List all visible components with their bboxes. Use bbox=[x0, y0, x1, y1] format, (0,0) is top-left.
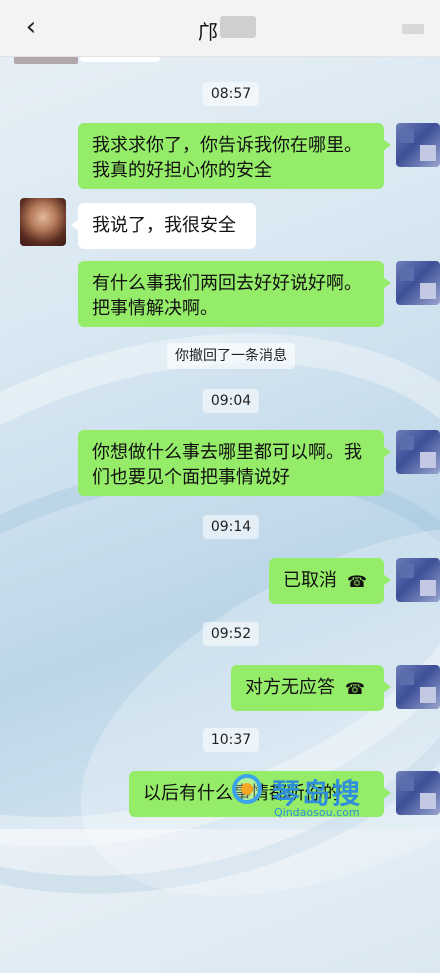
chat-title: 邝 bbox=[198, 20, 218, 44]
outgoing-message[interactable]: 有什么事我们两回去好好说好啊。把事情解决啊。 bbox=[78, 261, 391, 327]
my-avatar[interactable] bbox=[396, 665, 440, 709]
chat-header: ‹ 邝 bbox=[0, 0, 440, 57]
timestamp: 09:14 bbox=[202, 515, 260, 539]
timestamp: 09:52 bbox=[202, 622, 260, 646]
back-chevron-icon[interactable]: ‹ bbox=[18, 13, 44, 41]
call-record-bubble[interactable]: 已取消 ☎ bbox=[269, 558, 391, 604]
my-avatar[interactable] bbox=[396, 558, 440, 602]
recall-notice: 你撤回了一条消息 bbox=[167, 343, 295, 369]
title-blurred-part bbox=[220, 16, 256, 38]
contact-avatar[interactable] bbox=[20, 198, 66, 246]
phone-hangup-icon: ☎ bbox=[347, 571, 367, 591]
incoming-message[interactable]: 我说了，我很安全 bbox=[71, 203, 256, 249]
my-avatar[interactable] bbox=[396, 261, 440, 305]
phone-hangup-icon: ☎ bbox=[345, 678, 365, 698]
more-options-icon[interactable] bbox=[402, 24, 424, 34]
my-avatar[interactable] bbox=[396, 771, 440, 815]
call-status-label: 已取消 bbox=[283, 570, 337, 591]
outgoing-message[interactable]: 我求求你了，你告诉我你在哪里。我真的好担心你的安全 bbox=[78, 123, 391, 189]
my-avatar[interactable] bbox=[396, 430, 440, 474]
timestamp: 08:57 bbox=[202, 82, 260, 106]
my-avatar[interactable] bbox=[396, 123, 440, 167]
site-watermark: 琴岛搜 Qindaosou.com bbox=[232, 772, 382, 822]
outgoing-message[interactable]: 你想做什么事去哪里都可以啊。我们也要见个面把事情说好 bbox=[78, 430, 391, 496]
timestamp: 09:04 bbox=[202, 389, 260, 413]
call-status-label: 对方无应答 bbox=[245, 677, 335, 698]
call-record-bubble[interactable]: 对方无应答 ☎ bbox=[231, 665, 391, 711]
watermark-logo-icon bbox=[232, 774, 262, 804]
timestamp: 10:37 bbox=[202, 728, 260, 752]
watermark-url: Qindaosou.com bbox=[274, 806, 360, 819]
